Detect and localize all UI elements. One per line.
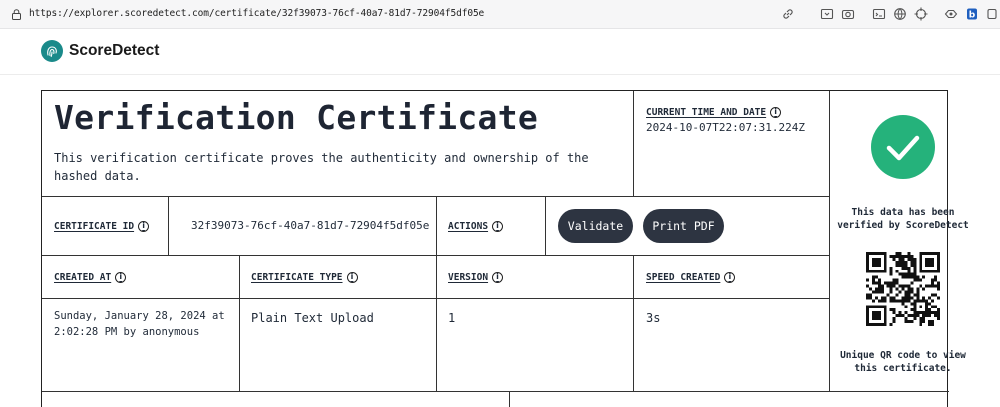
created-at-label: CREATED AT i (54, 272, 127, 283)
speed-created-value: 3s (646, 311, 661, 325)
badge-icon[interactable]: b (965, 7, 979, 21)
page-title: Verification Certificate (54, 98, 539, 137)
validate-button[interactable]: Validate (558, 209, 633, 243)
browser-url-bar[interactable]: https://explorer.scoredetect.com/certifi… (0, 0, 1000, 29)
verified-text: This data has been verified by ScoreDete… (837, 207, 969, 231)
info-icon[interactable]: i (138, 221, 150, 232)
info-icon[interactable]: i (724, 272, 736, 283)
info-icon[interactable]: i (492, 221, 504, 232)
info-icon[interactable]: i (492, 272, 504, 283)
info-icon[interactable]: i (770, 107, 782, 118)
certificate-type-label: CERTIFICATE TYPE i (251, 272, 358, 283)
lock-icon (12, 9, 21, 20)
certificate-id-label: CERTIFICATE ID i (54, 221, 150, 232)
qr-caption: Unique QR code to view this certificate. (840, 350, 966, 374)
print-pdf-button[interactable]: Print PDF (643, 209, 724, 243)
link-icon[interactable] (781, 7, 795, 21)
certificate-description: This verification certificate proves the… (54, 151, 589, 183)
info-icon[interactable]: i (346, 272, 358, 283)
speed-created-label: SPEED CREATED i (646, 272, 736, 283)
version-label: VERSION i (448, 272, 504, 283)
certificate-id-value: 32f39073-76cf-40a7-81d7-72904f5df05e (191, 219, 430, 232)
current-time-value: 2024-10-07T22:07:31.224Z (646, 121, 805, 134)
created-at-value: Sunday, January 28, 2024 at 2:02:28 PM b… (54, 310, 225, 338)
terminal-icon[interactable] (872, 7, 886, 21)
camera-icon[interactable] (841, 7, 855, 21)
qr-code[interactable] (866, 252, 940, 326)
crosshair-icon[interactable] (914, 7, 928, 21)
app-header: ScoreDetect (0, 29, 1000, 75)
logo-icon[interactable] (41, 40, 63, 62)
certificate-card: Verification Certificate This verificati… (41, 90, 969, 407)
extension-icon[interactable] (944, 7, 958, 21)
brand-name[interactable]: ScoreDetect (69, 42, 159, 60)
info-icon[interactable]: i (115, 272, 127, 283)
verified-badge (871, 115, 935, 179)
checkmark-icon (886, 135, 920, 161)
actions-label: ACTIONS i (448, 221, 504, 232)
svg-text:b: b (969, 11, 976, 21)
url-text[interactable]: https://explorer.scoredetect.com/certifi… (29, 8, 484, 19)
globe-icon[interactable] (893, 7, 907, 21)
version-value: 1 (448, 311, 456, 325)
extension-icon[interactable] (985, 7, 999, 21)
current-time-label: CURRENT TIME AND DATE i (646, 107, 782, 118)
certificate-type-value: Plain Text Upload (251, 311, 374, 325)
screenshot-icon[interactable] (820, 7, 834, 21)
